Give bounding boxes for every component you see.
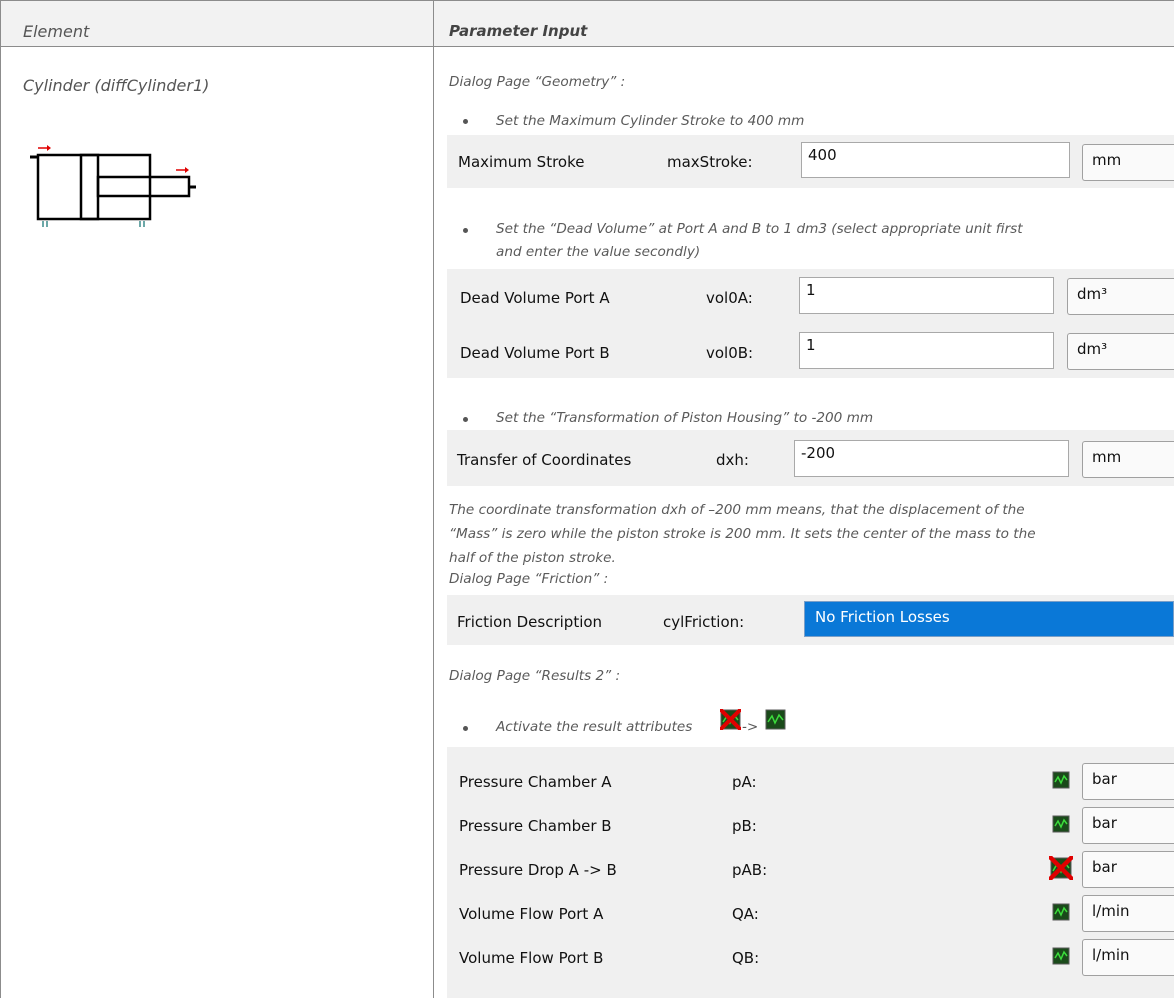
result-unit-select[interactable]: l/min: [1082, 939, 1174, 976]
table-border-top: [0, 0, 1174, 1]
friction-page-title: Dialog Page “Friction” :: [449, 571, 609, 587]
result-unit-select[interactable]: bar: [1082, 763, 1174, 800]
result-unit-select[interactable]: l/min: [1082, 895, 1174, 932]
dead-volume-b-unit-select[interactable]: dm³: [1067, 333, 1174, 370]
friction-param-name: cylFriction:: [663, 613, 745, 631]
dead-volume-a-param-name: vol0A:: [706, 289, 753, 307]
result-row-label: Pressure Chamber B: [459, 817, 612, 835]
note-line-1: The coordinate transformation dxh of –20…: [449, 502, 1025, 518]
bullet-dot: [463, 228, 468, 233]
max-stroke-param-name: maxStroke:: [667, 153, 753, 171]
geometry-page-title: Dialog Page “Geometry” :: [449, 74, 626, 90]
note-line-2: “Mass” is zero while the piston stroke i…: [449, 526, 1036, 542]
result-row-param-name: pAB:: [732, 861, 768, 879]
table-border-left: [0, 0, 1, 998]
bullet-transformation: Set the “Transformation of Piston Housin…: [496, 410, 874, 426]
friction-select[interactable]: No Friction Losses: [804, 601, 1174, 637]
max-stroke-input[interactable]: 400: [801, 142, 1070, 178]
bullet-dot: [463, 726, 468, 731]
max-stroke-label: Maximum Stroke: [458, 153, 585, 171]
bullet-dot: [463, 119, 468, 124]
result-row-param-name: pB:: [732, 817, 757, 835]
bullet-activate-results: Activate the result attributes: [496, 719, 693, 735]
note-line-3: half of the piston stroke.: [449, 550, 616, 566]
active-plot-icon[interactable]: [1052, 903, 1070, 921]
active-plot-icon[interactable]: [1052, 947, 1070, 965]
header-parameter-input: Parameter Input: [449, 22, 588, 40]
active-plot-icon: [765, 709, 786, 730]
dead-volume-a-input[interactable]: 1: [799, 277, 1054, 314]
inactive-plot-icon: [720, 709, 741, 730]
table-header-divider: [0, 46, 1174, 47]
bullet-dead-volume-line1: Set the “Dead Volume” at Port A and B to…: [496, 221, 1023, 237]
transfer-label: Transfer of Coordinates: [457, 451, 632, 469]
active-plot-icon[interactable]: [1052, 771, 1070, 789]
transfer-unit-select[interactable]: mm: [1082, 441, 1174, 478]
dead-volume-a-label: Dead Volume Port A: [460, 289, 610, 307]
header-element: Element: [23, 22, 90, 41]
element-name: Cylinder (diffCylinder1): [23, 76, 210, 95]
dead-volume-b-param-name: vol0B:: [706, 344, 754, 362]
result-row-label: Volume Flow Port B: [459, 949, 604, 967]
friction-label: Friction Description: [457, 613, 603, 631]
result-row-label: Pressure Chamber A: [459, 773, 612, 791]
result-row-param-name: QB:: [732, 949, 760, 967]
cylinder-symbol-icon: [30, 145, 196, 227]
bullet-arrow: ->: [742, 719, 759, 735]
bullet-dead-volume-line2: and enter the value secondly): [496, 244, 701, 260]
parameter-table: Element Parameter Input Cylinder (diffCy…: [0, 0, 1174, 998]
result-unit-select[interactable]: bar: [1082, 851, 1174, 888]
dead-volume-b-label: Dead Volume Port B: [460, 344, 610, 362]
inactive-plot-icon[interactable]: [1049, 856, 1073, 880]
result-row-label: Pressure Drop A -> B: [459, 861, 617, 879]
max-stroke-unit-select[interactable]: mm: [1082, 144, 1174, 181]
dead-volume-a-unit-select[interactable]: dm³: [1067, 278, 1174, 315]
transfer-param-name: dxh:: [716, 451, 749, 469]
result-row-param-name: QA:: [732, 905, 759, 923]
bullet-max-stroke: Set the Maximum Cylinder Stroke to 400 m…: [496, 113, 805, 129]
active-plot-icon[interactable]: [1052, 815, 1070, 833]
results-page-title: Dialog Page “Results 2” :: [449, 668, 621, 684]
bullet-dot: [463, 417, 468, 422]
result-row-label: Volume Flow Port A: [459, 905, 604, 923]
table-column-divider: [433, 0, 434, 998]
transfer-input[interactable]: -200: [794, 440, 1069, 477]
result-row-param-name: pA:: [732, 773, 757, 791]
result-unit-select[interactable]: bar: [1082, 807, 1174, 844]
dead-volume-b-input[interactable]: 1: [799, 332, 1054, 369]
